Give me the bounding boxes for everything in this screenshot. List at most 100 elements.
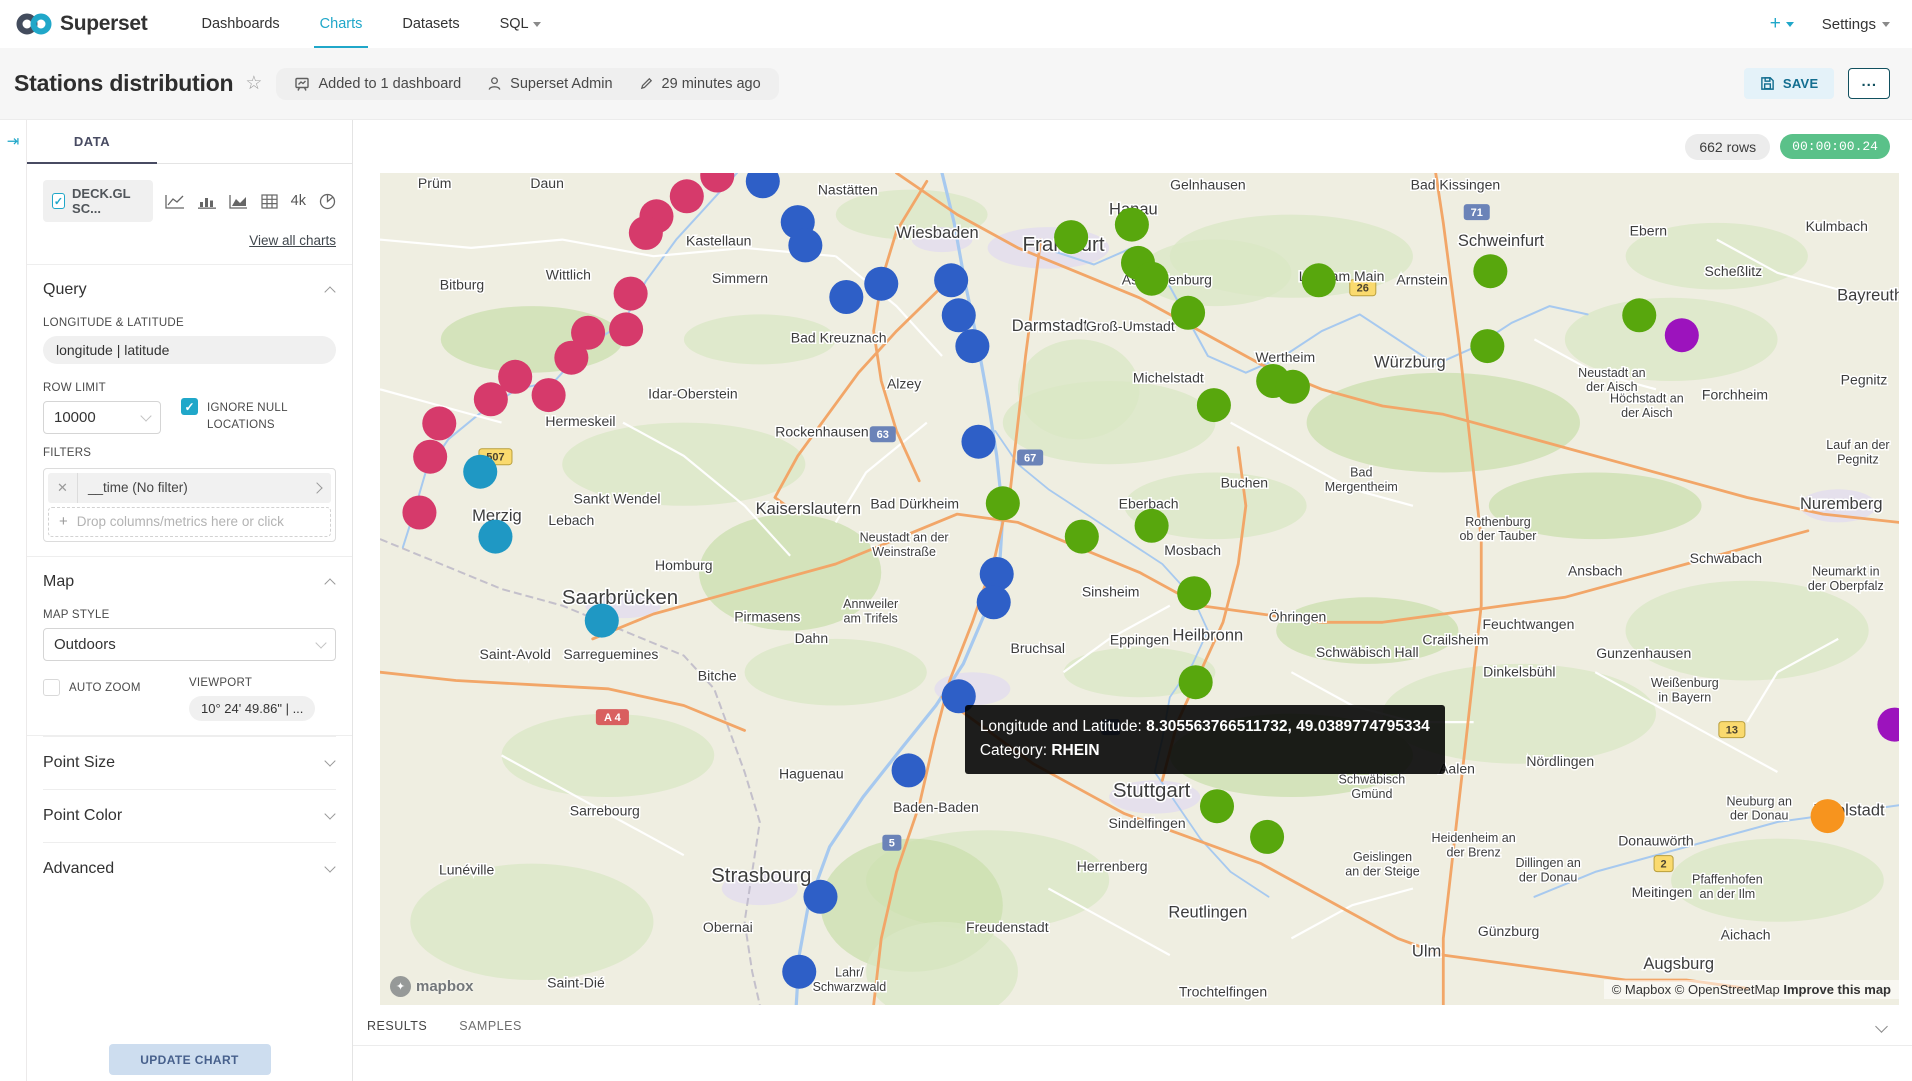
scatter-point-pink[interactable]	[554, 341, 588, 375]
nav-datasets[interactable]: Datasets	[382, 0, 479, 48]
scatter-point-green[interactable]	[1115, 208, 1149, 242]
scatter-point-pink[interactable]	[614, 277, 648, 311]
section-point-size[interactable]: Point Size	[43, 736, 336, 789]
map-canvas[interactable]: 71266367507A 456132PrümDaunNastättenGeln…	[380, 173, 1899, 1005]
scatter-point-green[interactable]	[1065, 520, 1099, 554]
more-viz-count[interactable]: 4k	[291, 193, 306, 209]
superset-logo[interactable]: Superset	[16, 12, 147, 36]
ignore-null-checkbox-row[interactable]: ✓ IGNORE NULL LOCATIONS	[181, 398, 303, 435]
view-all-charts-link[interactable]: View all charts	[249, 233, 336, 248]
scatter-point-cyan[interactable]	[585, 604, 619, 638]
scatter-point-green[interactable]	[1622, 298, 1656, 332]
scatter-point-green[interactable]	[1171, 296, 1205, 330]
section-point-color[interactable]: Point Color	[43, 789, 336, 842]
table-icon[interactable]	[261, 194, 278, 209]
map-place-label: Idar-Oberstein	[648, 386, 738, 402]
scatter-point-purple[interactable]	[1665, 318, 1699, 352]
scatter-point-green[interactable]	[1473, 254, 1507, 288]
scatter-point-pink[interactable]	[532, 378, 566, 412]
lonlat-value-pill[interactable]: longitude | latitude	[43, 336, 336, 364]
mapbox-attribution-link[interactable]: © Mapbox	[1612, 982, 1671, 997]
scatter-point-green[interactable]	[1177, 576, 1211, 610]
section-advanced[interactable]: Advanced	[43, 842, 336, 895]
scatter-point-blue[interactable]	[955, 329, 989, 363]
scatter-point-green[interactable]	[1276, 370, 1310, 404]
scatter-point-blue[interactable]	[829, 280, 863, 314]
query-section-header[interactable]: Query	[43, 265, 336, 305]
filter-item-time[interactable]: ✕ __time (No filter)	[48, 473, 331, 503]
pie-chart-icon[interactable]	[319, 193, 336, 210]
scatter-point-pink[interactable]	[670, 179, 704, 213]
map-style-select[interactable]: Outdoors	[43, 628, 336, 661]
checkbox-empty-icon[interactable]	[43, 679, 60, 696]
forest-patch	[502, 714, 715, 797]
scatter-point-blue[interactable]	[977, 585, 1011, 619]
scatter-point-cyan[interactable]	[463, 455, 497, 489]
viz-type-chip[interactable]: ✓ DECK.GL SC...	[43, 180, 153, 222]
scatter-point-blue[interactable]	[782, 955, 816, 989]
dashboard-count-badge[interactable]: Added to 1 dashboard	[294, 76, 461, 92]
row-limit-select[interactable]: 10000	[43, 401, 161, 434]
chevron-right-icon	[311, 482, 322, 493]
scatter-point-blue[interactable]	[864, 267, 898, 301]
scatter-point-pink[interactable]	[422, 406, 456, 440]
dashboard-icon	[294, 76, 310, 92]
tab-samples[interactable]: SAMPLES	[459, 1019, 522, 1045]
scatter-point-pink[interactable]	[629, 216, 663, 250]
checkbox-checked-icon[interactable]: ✓	[181, 398, 198, 415]
scatter-point-green[interactable]	[1197, 388, 1231, 422]
map-place-label: Donauwörth	[1618, 832, 1694, 848]
last-modified-badge[interactable]: 29 minutes ago	[639, 76, 761, 92]
scatter-point-green[interactable]	[1200, 789, 1234, 823]
scatter-point-blue[interactable]	[892, 753, 926, 787]
tab-data[interactable]: DATA	[27, 120, 157, 164]
line-chart-icon[interactable]	[165, 194, 185, 209]
map-place-label: Augsburg	[1643, 955, 1714, 973]
scatter-point-green[interactable]	[986, 486, 1020, 520]
scatter-point-green[interactable]	[1470, 329, 1504, 363]
scatter-point-pink[interactable]	[474, 382, 508, 416]
scatter-point-pink[interactable]	[402, 496, 436, 530]
scatter-point-blue[interactable]	[961, 425, 995, 459]
area-chart-icon[interactable]	[229, 194, 248, 209]
collapse-panel-icon[interactable]: ⇥	[7, 134, 20, 1081]
nav-charts[interactable]: Charts	[300, 0, 383, 48]
scatter-point-pink[interactable]	[413, 440, 447, 474]
improve-map-link[interactable]: Improve this map	[1783, 982, 1891, 997]
scatter-point-cyan[interactable]	[478, 520, 512, 554]
new-item-button[interactable]: +	[1770, 13, 1794, 35]
filter-drop-zone[interactable]: + Drop columns/metrics here or click	[48, 507, 331, 537]
nav-dashboards[interactable]: Dashboards	[181, 0, 299, 48]
more-options-button[interactable]: ...	[1848, 68, 1890, 99]
collapse-results-icon[interactable]	[1877, 1021, 1886, 1039]
remove-filter-icon[interactable]: ✕	[48, 473, 78, 503]
save-button[interactable]: SAVE	[1744, 68, 1835, 99]
mapbox-logo[interactable]: ✦ mapbox	[390, 976, 474, 997]
scatter-point-green[interactable]	[1179, 665, 1213, 699]
viewport-value-pill[interactable]: 10° 24' 49.86" | ...	[189, 696, 315, 721]
scatter-point-blue[interactable]	[788, 228, 822, 262]
owner-badge[interactable]: Superset Admin	[487, 76, 612, 92]
scatter-point-green[interactable]	[1135, 262, 1169, 296]
bar-chart-icon[interactable]	[198, 194, 216, 209]
nav-sql[interactable]: SQL	[480, 0, 561, 48]
map-section-header[interactable]: Map	[43, 557, 336, 597]
favorite-star-icon[interactable]: ☆	[245, 72, 262, 95]
forest-patch	[410, 864, 653, 980]
scatter-point-blue[interactable]	[942, 679, 976, 713]
scatter-point-blue[interactable]	[803, 880, 837, 914]
scatter-point-blue[interactable]	[934, 263, 968, 297]
settings-menu[interactable]: Settings	[1822, 16, 1890, 33]
tab-results[interactable]: RESULTS	[367, 1019, 427, 1045]
scatter-point-orange[interactable]	[1811, 799, 1845, 833]
deckgl-map[interactable]: 71266367507A 456132PrümDaunNastättenGeln…	[380, 173, 1899, 1005]
osm-attribution-link[interactable]: © OpenStreetMap	[1675, 982, 1780, 997]
auto-zoom-checkbox-row[interactable]: AUTO ZOOM	[43, 679, 169, 697]
scatter-point-green[interactable]	[1135, 509, 1169, 543]
scatter-point-green[interactable]	[1302, 263, 1336, 297]
update-chart-button[interactable]: UPDATE CHART	[109, 1044, 271, 1075]
scatter-point-green[interactable]	[1250, 820, 1284, 854]
scatter-point-blue[interactable]	[942, 298, 976, 332]
scatter-point-pink[interactable]	[609, 312, 643, 346]
scatter-point-green[interactable]	[1054, 220, 1088, 254]
